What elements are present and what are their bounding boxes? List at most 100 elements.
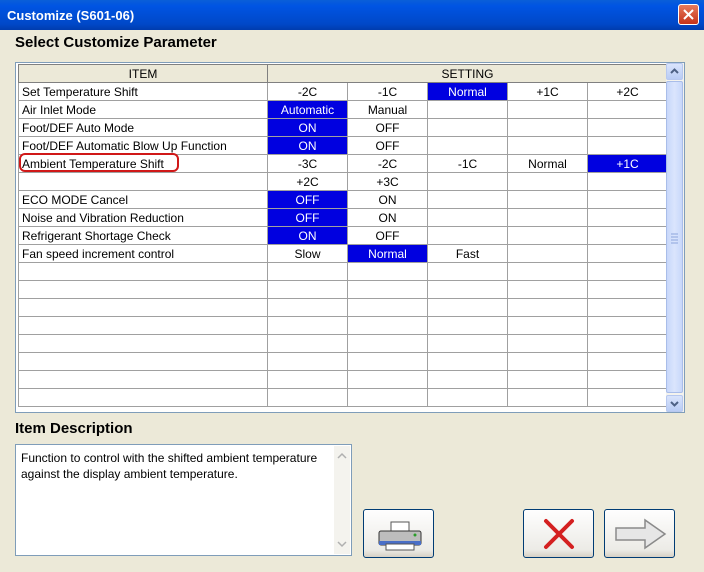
setting-cell[interactable] — [587, 100, 668, 119]
empty-cell — [347, 370, 428, 389]
setting-cell[interactable] — [507, 244, 588, 263]
setting-cell[interactable]: -2C — [347, 154, 428, 173]
table-row[interactable]: Foot/DEF Auto Mode ON OFF — [18, 118, 668, 137]
empty-row — [18, 370, 668, 389]
selected-setting-cell[interactable]: ON — [267, 226, 348, 245]
empty-cell — [507, 280, 588, 299]
table-row[interactable]: Noise and Vibration Reduction OFF ON — [18, 208, 668, 227]
setting-cell[interactable] — [427, 100, 508, 119]
setting-cell[interactable] — [507, 118, 588, 137]
table-row[interactable]: Fan speed increment control Slow Normal Fas… — [18, 244, 668, 263]
empty-row — [18, 388, 668, 407]
setting-cell[interactable]: +3C — [347, 172, 428, 191]
empty-cell — [427, 298, 508, 317]
column-header-item[interactable]: ITEM — [18, 64, 268, 83]
empty-cell — [507, 316, 588, 335]
setting-cell[interactable]: -2C — [267, 82, 348, 101]
setting-cell[interactable] — [507, 172, 588, 191]
print-button[interactable] — [363, 509, 434, 558]
setting-cell[interactable] — [427, 226, 508, 245]
setting-cell[interactable] — [427, 208, 508, 227]
item-name-cell[interactable]: Set Temperature Shift — [18, 82, 268, 101]
scroll-thumb[interactable] — [666, 81, 683, 393]
empty-cell — [507, 352, 588, 371]
item-name-cell[interactable] — [18, 172, 268, 191]
table-row[interactable]: Refrigerant Shortage Check ON OFF — [18, 226, 668, 245]
setting-cell[interactable] — [427, 172, 508, 191]
selected-setting-cell[interactable]: +1C — [587, 154, 668, 173]
red-x-icon — [544, 519, 574, 549]
item-name-cell[interactable]: Refrigerant Shortage Check — [18, 226, 268, 245]
setting-cell[interactable] — [427, 136, 508, 155]
table-row[interactable]: Air Inlet Mode Automatic Manual — [18, 100, 668, 119]
setting-cell[interactable] — [427, 118, 508, 137]
table-row[interactable]: Set Temperature Shift -2C -1C Normal +1C +2C — [18, 82, 668, 101]
setting-cell[interactable]: Normal — [507, 154, 588, 173]
empty-cell — [347, 262, 428, 281]
scroll-up-button[interactable] — [666, 63, 683, 80]
item-name-cell[interactable]: Foot/DEF Automatic Blow Up Function — [18, 136, 268, 155]
setting-cell[interactable]: OFF — [347, 226, 428, 245]
close-button[interactable] — [678, 4, 699, 25]
empty-cell — [427, 370, 508, 389]
empty-cell — [587, 388, 668, 407]
next-button[interactable] — [604, 509, 675, 558]
empty-cell — [347, 316, 428, 335]
item-name-cell[interactable]: ECO MODE Cancel — [18, 190, 268, 209]
setting-cell[interactable] — [587, 244, 668, 263]
item-name-cell[interactable]: Air Inlet Mode — [18, 100, 268, 119]
setting-cell[interactable] — [507, 100, 588, 119]
empty-cell — [427, 388, 508, 407]
selected-setting-cell[interactable]: Automatic — [267, 100, 348, 119]
selected-setting-cell[interactable]: Normal — [347, 244, 428, 263]
setting-cell[interactable]: +2C — [267, 172, 348, 191]
description-box[interactable]: Function to control with the shifted amb… — [15, 444, 352, 556]
setting-cell[interactable]: +2C — [587, 82, 668, 101]
empty-cell — [347, 388, 428, 407]
setting-cell[interactable] — [507, 190, 588, 209]
empty-cell — [587, 352, 668, 371]
setting-cell[interactable] — [587, 172, 668, 191]
setting-cell[interactable] — [587, 208, 668, 227]
cancel-button[interactable] — [523, 509, 594, 558]
setting-cell[interactable]: -1C — [347, 82, 428, 101]
setting-cell[interactable]: ON — [347, 190, 428, 209]
setting-cell[interactable]: -1C — [427, 154, 508, 173]
setting-cell[interactable] — [587, 190, 668, 209]
selected-setting-cell[interactable]: ON — [267, 118, 348, 137]
item-name-cell[interactable]: Foot/DEF Auto Mode — [18, 118, 268, 137]
setting-cell[interactable] — [507, 208, 588, 227]
table-row[interactable]: +2C +3C — [18, 172, 668, 191]
setting-cell[interactable]: OFF — [347, 136, 428, 155]
selected-setting-cell[interactable]: OFF — [267, 208, 348, 227]
selected-setting-cell[interactable]: OFF — [267, 190, 348, 209]
setting-cell[interactable] — [507, 226, 588, 245]
setting-cell[interactable]: Slow — [267, 244, 348, 263]
setting-cell[interactable]: -3C — [267, 154, 348, 173]
setting-cell[interactable]: +1C — [507, 82, 588, 101]
setting-cell[interactable] — [427, 190, 508, 209]
selected-setting-cell[interactable]: Normal — [427, 82, 508, 101]
column-header-setting[interactable]: SETTING — [267, 64, 668, 83]
grid-scrollbar[interactable] — [666, 63, 684, 412]
description-scrollbar[interactable] — [334, 446, 350, 554]
table-row[interactable]: Foot/DEF Automatic Blow Up Function ON OFF — [18, 136, 668, 155]
setting-cell[interactable] — [587, 136, 668, 155]
setting-cell[interactable]: Fast — [427, 244, 508, 263]
selected-setting-cell[interactable]: ON — [267, 136, 348, 155]
setting-cell[interactable] — [587, 118, 668, 137]
setting-cell[interactable]: ON — [347, 208, 428, 227]
setting-cell[interactable]: OFF — [347, 118, 428, 137]
empty-cell — [347, 334, 428, 353]
scroll-down-button[interactable] — [666, 395, 683, 412]
table-row[interactable]: ECO MODE Cancel OFF ON — [18, 190, 668, 209]
setting-cell[interactable] — [587, 226, 668, 245]
empty-row — [18, 280, 668, 299]
setting-cell[interactable]: Manual — [347, 100, 428, 119]
setting-cell[interactable] — [507, 136, 588, 155]
item-name-cell[interactable]: Noise and Vibration Reduction — [18, 208, 268, 227]
item-name-cell[interactable]: Fan speed increment control — [18, 244, 268, 263]
item-description-heading: Item Description — [15, 420, 133, 437]
empty-cell — [18, 370, 268, 389]
title-bar[interactable]: Customize (S601-06) — [0, 0, 704, 30]
